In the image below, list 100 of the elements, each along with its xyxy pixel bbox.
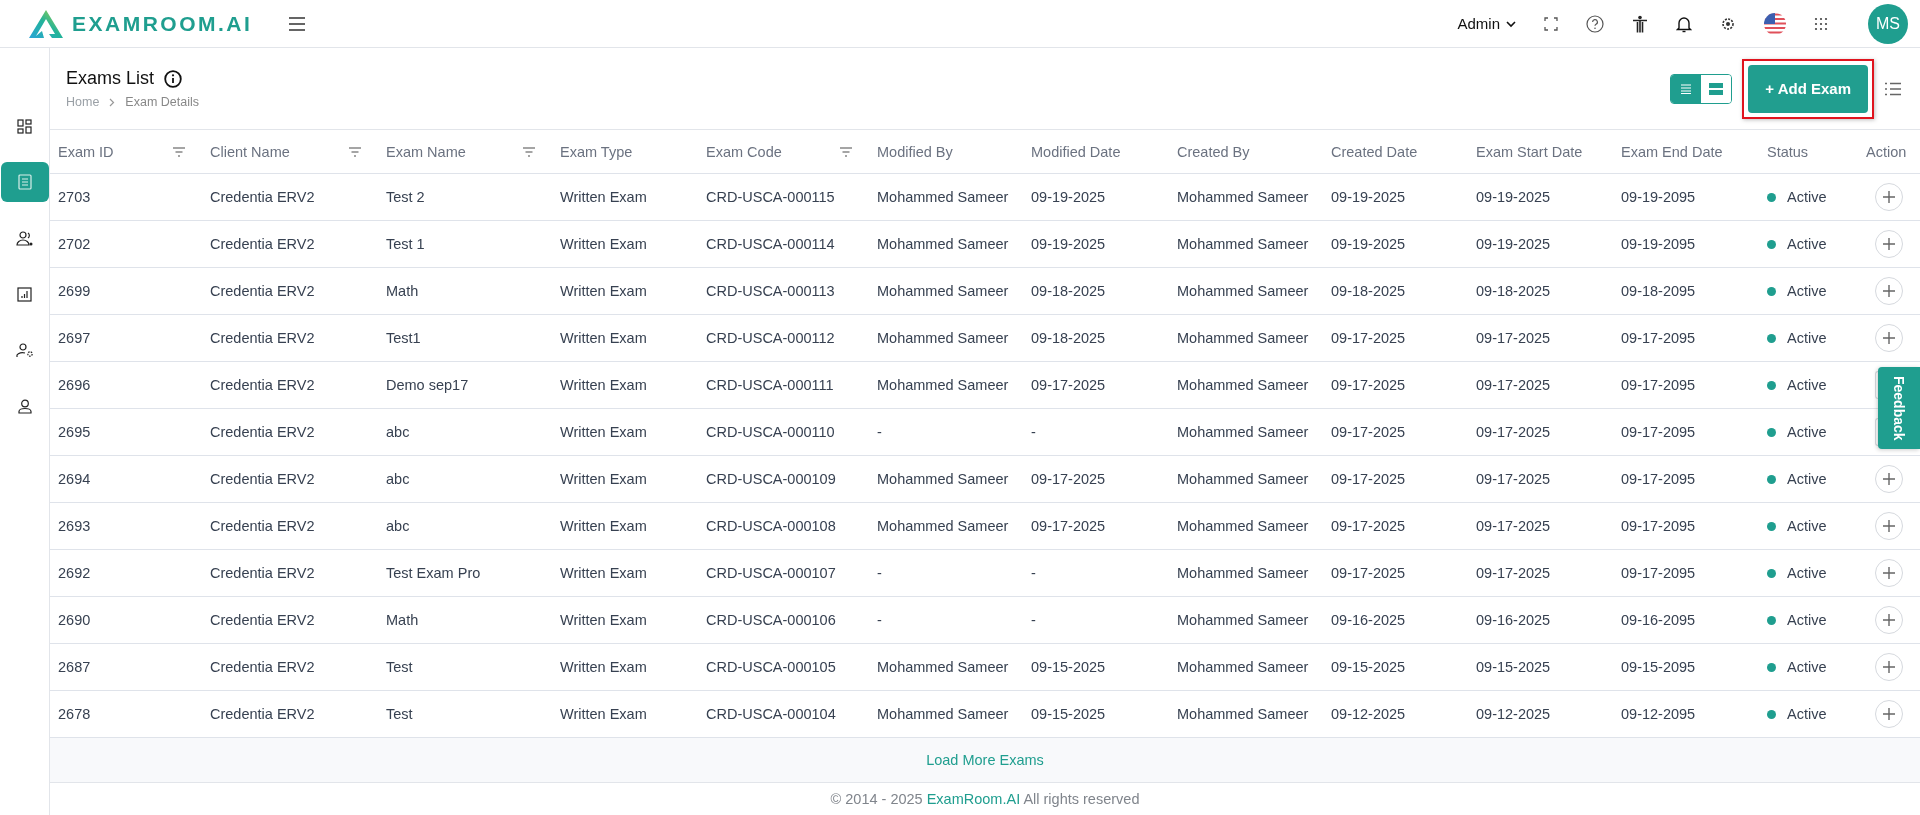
table-cell: Demo sep17 <box>386 377 469 393</box>
table-cell: - <box>877 612 882 628</box>
fullscreen-icon[interactable] <box>1544 16 1558 31</box>
add-action-button[interactable] <box>1875 606 1903 634</box>
filter-icon[interactable] <box>172 146 186 157</box>
info-icon[interactable] <box>164 69 183 88</box>
table-cell: 09-17-2025 <box>1031 377 1106 393</box>
status-text: Active <box>1787 236 1827 252</box>
add-action-button[interactable] <box>1875 324 1903 352</box>
table-cell: 09-12-2025 <box>1331 706 1406 722</box>
table-cell: 2692 <box>58 565 91 581</box>
add-action-button[interactable] <box>1875 465 1903 493</box>
breadcrumb-link[interactable]: Exam Details <box>125 95 199 109</box>
status-text: Active <box>1787 659 1827 675</box>
column-header: Exam Code <box>706 143 782 160</box>
table-cell: Test1 <box>386 330 421 346</box>
table-cell: Written Exam <box>560 471 647 487</box>
table-cell: 09-19-2025 <box>1031 236 1106 252</box>
apps-grid-icon[interactable] <box>1814 16 1828 31</box>
filter-icon[interactable] <box>839 146 853 157</box>
add-action-button[interactable] <box>1875 653 1903 681</box>
table-cell: Written Exam <box>560 565 647 581</box>
table-cell: 09-12-2025 <box>1476 706 1551 722</box>
add-action-button[interactable] <box>1875 183 1903 211</box>
table-cell: 09-17-2025 <box>1331 424 1406 440</box>
breadcrumb-link[interactable]: Home <box>66 95 100 109</box>
table-cell: CRD-USCA-000105 <box>706 659 836 675</box>
table-cell: CRD-USCA-000107 <box>706 565 836 581</box>
table-cell: Mohammed Sameer <box>1177 283 1309 299</box>
table-cell: CRD-USCA-000115 <box>706 189 835 205</box>
table-cell: Credentia ERV2 <box>210 377 315 393</box>
add-action-button[interactable] <box>1875 559 1903 587</box>
add-exam-button[interactable]: + Add Exam <box>1748 64 1868 113</box>
filter-icon[interactable] <box>348 146 362 157</box>
flag-icon[interactable] <box>1764 12 1786 35</box>
filter-icon[interactable] <box>522 146 536 157</box>
table-cell: 09-17-2095 <box>1621 518 1696 534</box>
bell-icon[interactable] <box>1676 14 1692 33</box>
table-cell: Mohammed Sameer <box>1177 377 1309 393</box>
table-cell: - <box>1031 424 1036 440</box>
table-cell: 09-16-2025 <box>1331 612 1406 628</box>
examroom-link[interactable]: ExamRoom.AI <box>926 791 1021 807</box>
table-cell: 09-17-2025 <box>1476 518 1551 534</box>
list-view-button[interactable] <box>1671 74 1702 103</box>
status-text: Active <box>1787 330 1827 346</box>
table-cell: 09-17-2025 <box>1331 330 1406 346</box>
table-cell: Written Exam <box>560 424 647 440</box>
column-list-icon[interactable] <box>1884 81 1902 96</box>
table-cell: CRD-USCA-000114 <box>706 236 835 252</box>
add-action-button[interactable] <box>1875 512 1903 540</box>
users-icon <box>15 230 34 246</box>
table-cell: 09-18-2025 <box>1031 330 1106 346</box>
load-more-link[interactable]: Load More Exams <box>926 752 1044 768</box>
table-cell: abc <box>386 518 410 534</box>
table-cell: Written Exam <box>560 283 647 299</box>
table-cell: abc <box>386 424 410 440</box>
accessibility-icon[interactable] <box>1632 14 1648 33</box>
table-cell: Mohammed Sameer <box>1177 612 1309 628</box>
add-action-button[interactable] <box>1875 277 1903 305</box>
status-text: Active <box>1787 518 1827 534</box>
help-icon[interactable] <box>1586 14 1604 33</box>
add-action-button[interactable] <box>1875 230 1903 258</box>
table-cell: 09-17-2025 <box>1476 377 1551 393</box>
table-cell: Mohammed Sameer <box>877 518 1009 534</box>
table-cell: 2693 <box>58 518 91 534</box>
table-cell: Written Exam <box>560 706 647 722</box>
feedback-tab[interactable]: Feedback <box>1878 367 1920 449</box>
table-cell: Math <box>386 612 419 628</box>
table-cell: Mohammed Sameer <box>877 706 1009 722</box>
table-cell: Mohammed Sameer <box>877 236 1009 252</box>
settings-icon[interactable] <box>1720 15 1736 32</box>
table-cell: Credentia ERV2 <box>210 612 315 628</box>
table-cell: 09-17-2025 <box>1476 565 1551 581</box>
table-cell: 09-19-2025 <box>1476 189 1551 205</box>
table-cell: 09-18-2095 <box>1621 283 1696 299</box>
role-dropdown[interactable]: Admin <box>1457 15 1516 32</box>
menu-icon[interactable] <box>288 16 307 31</box>
status-text: Active <box>1787 283 1827 299</box>
table-cell: 09-17-2025 <box>1331 565 1406 581</box>
user-avatar[interactable]: MS <box>1868 3 1908 44</box>
table-cell: Test Exam Pro <box>386 565 481 581</box>
plus-icon <box>1883 238 1895 250</box>
add-action-button[interactable] <box>1875 700 1903 728</box>
sidebar-item[interactable] <box>0 162 49 202</box>
table-cell: Credentia ERV2 <box>210 236 315 252</box>
table-cell: 09-19-2025 <box>1031 189 1106 205</box>
column-header: Modified By <box>877 143 953 160</box>
table-cell: 09-15-2025 <box>1031 659 1106 675</box>
plus-icon <box>1883 285 1895 297</box>
table-cell: Mohammed Sameer <box>1177 471 1309 487</box>
table-cell: 09-16-2025 <box>1476 612 1551 628</box>
status-text: Active <box>1787 471 1827 487</box>
plus-icon <box>1883 567 1895 579</box>
logo-text: EXAMROOM.AI <box>72 11 253 36</box>
column-header: Created By <box>1177 143 1250 160</box>
table-cell: Test 2 <box>386 189 425 205</box>
table-cell: 09-18-2025 <box>1031 283 1106 299</box>
page-title: Exams List <box>66 68 155 89</box>
table-cell: Credentia ERV2 <box>210 659 315 675</box>
table-cell: Written Exam <box>560 189 647 205</box>
